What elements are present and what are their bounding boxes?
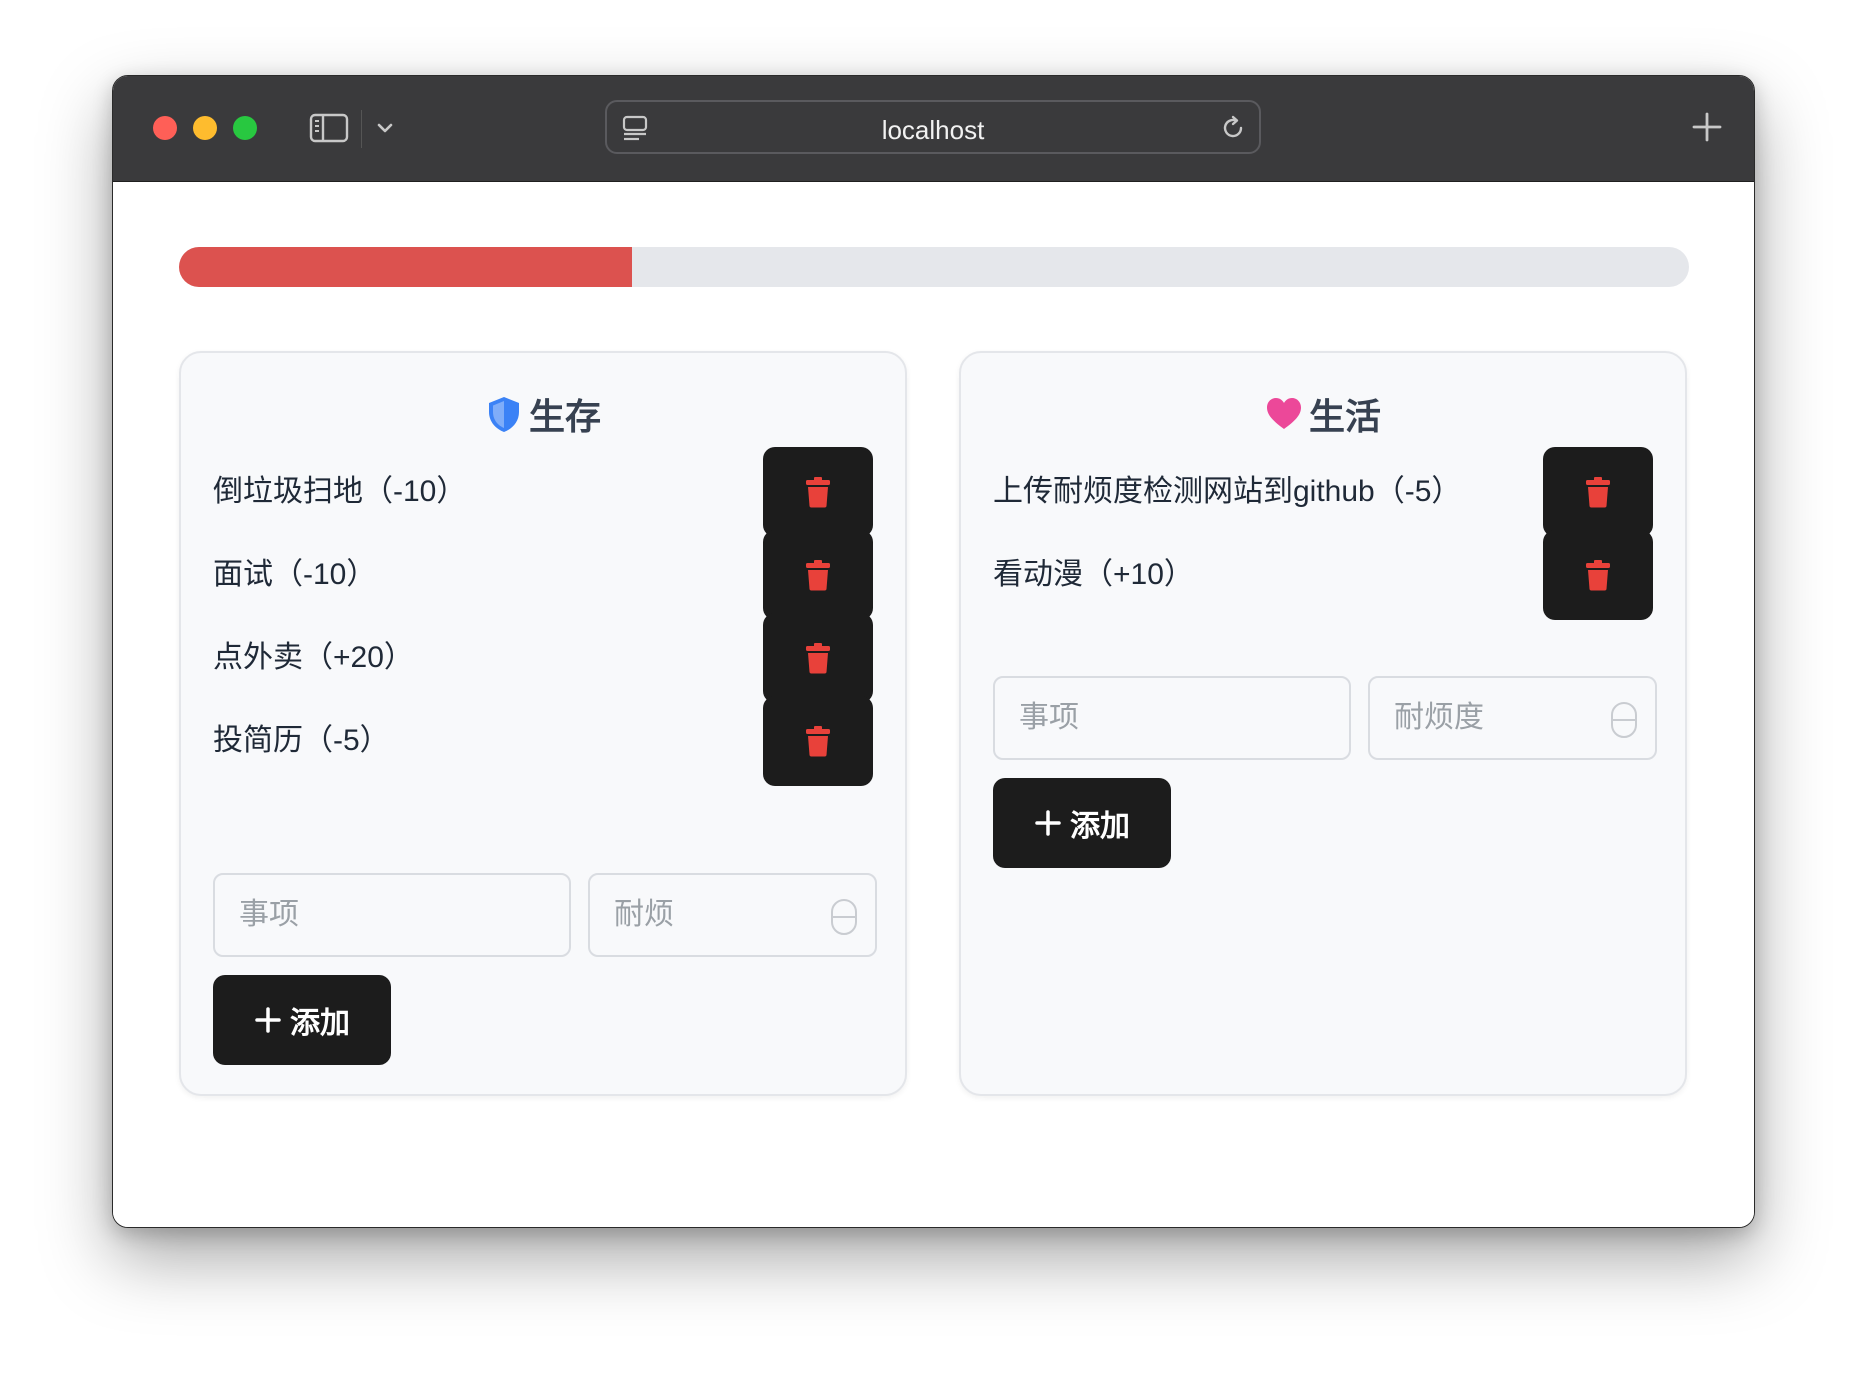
trash-icon [806, 726, 830, 757]
life-title-text: 生活 [1308, 396, 1381, 437]
minimize-window-button[interactable] [193, 116, 217, 140]
item-input[interactable]: 事项 [213, 873, 571, 957]
address-bar[interactable]: localhost [605, 100, 1261, 154]
list-item-label: 投简历（-5） [213, 724, 390, 757]
add-button-label: 添加 [1070, 810, 1130, 843]
patience-input[interactable]: 耐烦度 [1368, 676, 1657, 760]
page-content: 生存 倒垃圾扫地（-10） 面试（-10） 点外卖（+20） 投简历（-5） 事… [113, 182, 1754, 1227]
list-item-label: 上传耐烦度检测网站到github（-5） [993, 475, 1462, 508]
maximize-window-button[interactable] [233, 116, 257, 140]
delete-button[interactable] [763, 613, 873, 703]
trash-icon [806, 477, 830, 508]
list-item: 点外卖（+20） [213, 613, 873, 703]
number-stepper-icon[interactable] [831, 899, 857, 935]
delete-button[interactable] [763, 447, 873, 537]
list-item: 看动漫（+10） [993, 530, 1653, 620]
patience-progress-bar [179, 247, 1689, 287]
plus-icon [1035, 810, 1061, 836]
item-input[interactable]: 事项 [993, 676, 1351, 760]
list-item: 倒垃圾扫地（-10） [213, 447, 873, 537]
item-input-placeholder: 事项 [1019, 701, 1079, 734]
trash-icon [806, 560, 830, 591]
url-text: localhost [881, 115, 985, 145]
number-stepper-icon[interactable] [1611, 702, 1637, 738]
delete-button[interactable] [1543, 447, 1653, 537]
survival-title-text: 生存 [528, 396, 601, 437]
add-button[interactable]: 添加 [213, 975, 391, 1065]
life-card: 生活 上传耐烦度检测网站到github（-5） 看动漫（+10） 事项 耐烦度 [959, 351, 1687, 1096]
chevron-down-icon[interactable] [373, 116, 397, 140]
delete-button[interactable] [1543, 530, 1653, 620]
patience-input-placeholder: 耐烦 [614, 898, 674, 931]
add-button-label: 添加 [290, 1007, 350, 1040]
progress-fill [179, 247, 632, 287]
plus-icon [255, 1007, 281, 1033]
titlebar-divider [361, 110, 362, 148]
patience-input-placeholder: 耐烦度 [1394, 701, 1484, 734]
survival-card-title: 生存 [181, 389, 905, 439]
list-item: 面试（-10） [213, 530, 873, 620]
survival-card: 生存 倒垃圾扫地（-10） 面试（-10） 点外卖（+20） 投简历（-5） 事… [179, 351, 907, 1096]
trash-icon [806, 643, 830, 674]
close-window-button[interactable] [153, 116, 177, 140]
delete-button[interactable] [763, 530, 873, 620]
list-item-label: 看动漫（+10） [993, 558, 1194, 591]
trash-icon [1586, 560, 1610, 591]
life-card-title: 生活 [961, 389, 1685, 439]
list-item-label: 面试（-10） [213, 558, 377, 591]
patience-input[interactable]: 耐烦 [588, 873, 877, 957]
reload-icon[interactable] [1219, 114, 1247, 142]
new-tab-plus-icon[interactable] [1690, 110, 1724, 144]
add-button[interactable]: 添加 [993, 778, 1171, 868]
list-item: 上传耐烦度检测网站到github（-5） [993, 447, 1653, 537]
item-input-placeholder: 事项 [239, 898, 299, 931]
shield-icon [488, 397, 519, 432]
delete-button[interactable] [763, 696, 873, 786]
trash-icon [1586, 477, 1610, 508]
list-item-label: 倒垃圾扫地（-10） [213, 475, 467, 508]
sidebar-toggle-icon[interactable] [309, 112, 349, 144]
list-item-label: 点外卖（+20） [213, 641, 414, 674]
heart-icon [1266, 398, 1301, 429]
list-item: 投简历（-5） [213, 696, 873, 786]
browser-window: localhost 生存 倒垃圾扫地（-10） 面试（-10） 点外卖（+20）… [112, 75, 1755, 1228]
browser-titlebar: localhost [113, 76, 1754, 182]
